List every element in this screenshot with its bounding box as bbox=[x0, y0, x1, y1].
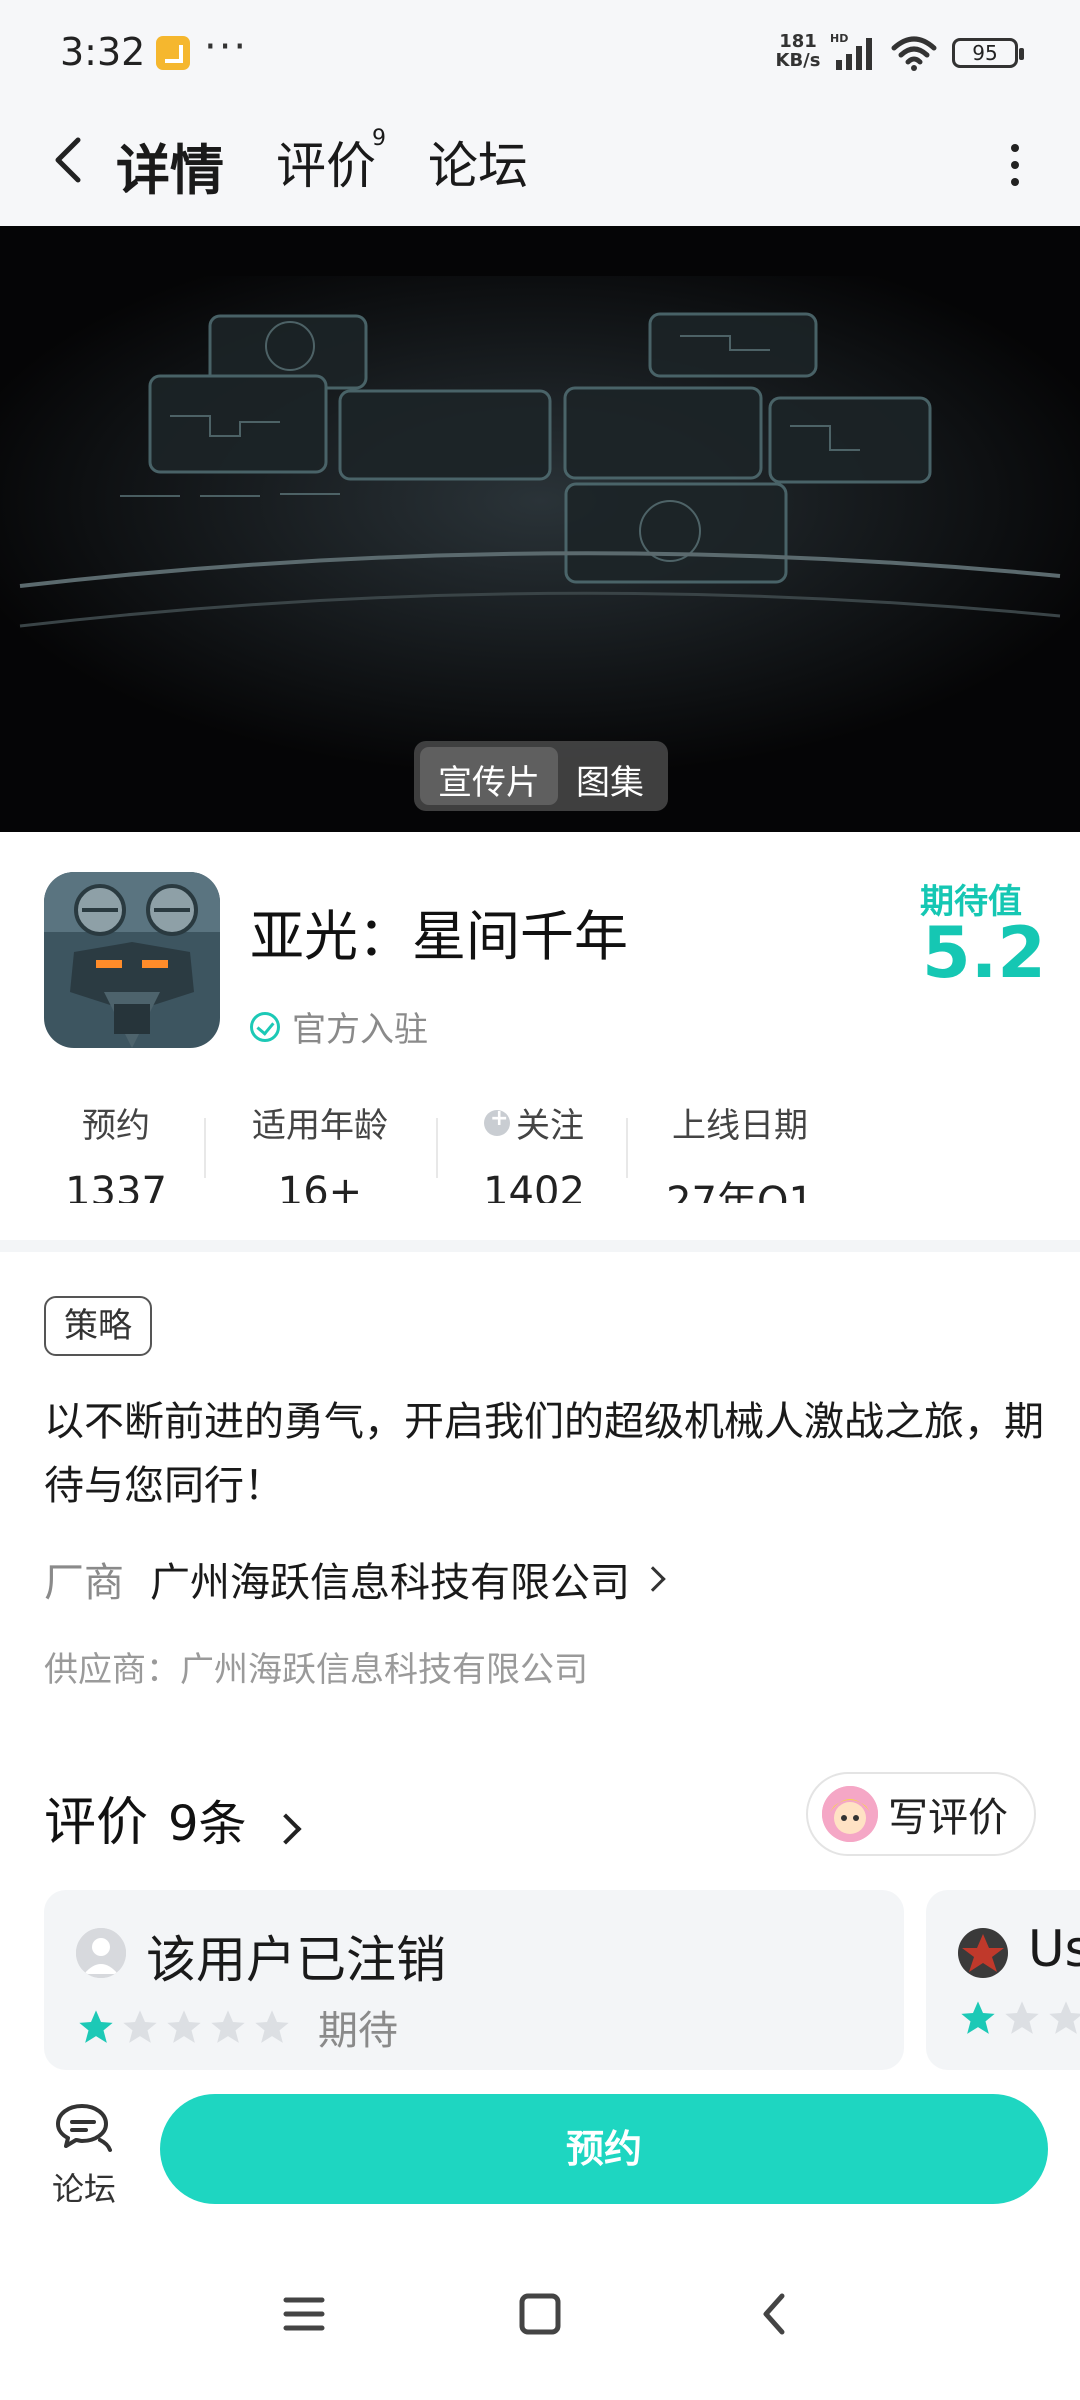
chevron-right-icon bbox=[640, 1566, 666, 1592]
write-review-button[interactable]: 写评价 bbox=[806, 1772, 1036, 1856]
forum-button[interactable]: 论坛 bbox=[44, 2102, 124, 2210]
official-badge: 官方入驻 bbox=[250, 1002, 428, 1051]
promo-video-player[interactable]: 宣传片 图集 bbox=[0, 226, 1080, 832]
stat-key: 预约 bbox=[82, 1106, 150, 1146]
stat-age-rating: 适用年龄 16+ bbox=[240, 1098, 400, 1203]
tab-forum[interactable]: 论坛 bbox=[428, 126, 528, 198]
star-empty-icon bbox=[1005, 2001, 1039, 2034]
toggle-trailer[interactable]: 宣传片 bbox=[420, 747, 558, 805]
more-notifications-icon: ··· bbox=[204, 24, 249, 70]
wifi-icon bbox=[891, 36, 937, 71]
star-empty-icon bbox=[255, 2010, 289, 2043]
media-toggle: 宣传片 图集 bbox=[414, 741, 668, 811]
review-card[interactable]: 该用户已注销 期待 bbox=[44, 1890, 904, 2070]
stat-value: 27年Q1 bbox=[666, 1179, 814, 1203]
back-arrow-icon[interactable] bbox=[40, 130, 100, 190]
tab-reviews-label: 评价 bbox=[276, 137, 376, 195]
follow-icon bbox=[484, 1106, 510, 1136]
star-empty-icon bbox=[211, 2010, 245, 2043]
game-stats: 预约 1337 适用年龄 16+ 关注 1402 上线日期 27年Q1 bbox=[0, 1098, 1080, 1210]
stat-followers: 关注 1402 bbox=[464, 1098, 604, 1204]
user-avatar bbox=[822, 1786, 878, 1842]
genre-tag[interactable]: 策略 bbox=[44, 1296, 152, 1356]
verified-check-icon bbox=[250, 1011, 280, 1042]
reserve-button[interactable]: 预约 bbox=[160, 2094, 1048, 2204]
forum-label: 论坛 bbox=[51, 2170, 116, 2208]
review-tag: 期待 bbox=[318, 2008, 398, 2054]
reviews-title: 评价 bbox=[44, 1793, 149, 1853]
review-card[interactable]: Us bbox=[926, 1890, 1080, 2070]
system-back-icon[interactable] bbox=[746, 2284, 806, 2344]
home-icon[interactable] bbox=[510, 2284, 570, 2344]
vendor-link[interactable]: 厂商 广州海跃信息科技有限公司 bbox=[44, 1550, 666, 1608]
reviewer-name: 该用户已注销 bbox=[146, 1931, 446, 1989]
tab-reviews-badge: 9 bbox=[372, 126, 386, 151]
net-speed-value: 181 bbox=[779, 31, 817, 52]
star-filled-icon bbox=[79, 2010, 113, 2043]
bottom-action-bar: 论坛 预约 bbox=[0, 2072, 1080, 2230]
stat-reservations: 预约 1337 bbox=[56, 1098, 176, 1203]
official-label: 官方入驻 bbox=[292, 1010, 428, 1050]
hd-label: HD bbox=[830, 32, 848, 45]
star-empty-icon bbox=[123, 2010, 157, 2043]
rating-stars bbox=[958, 1998, 1080, 2038]
stat-key: 关注 bbox=[516, 1106, 584, 1146]
vendor-label: 厂商 bbox=[44, 1560, 124, 1606]
notification-app-icon bbox=[156, 36, 190, 70]
expectation-score: 5.2 bbox=[922, 912, 1047, 994]
tab-detail[interactable]: 详情 bbox=[114, 126, 226, 205]
battery-indicator: 95 bbox=[952, 38, 1024, 68]
game-title: 亚光：星间千年 bbox=[250, 905, 628, 968]
game-description: 以不断前进的勇气，开启我们的超级机械人激战之旅，期待与您同行！ bbox=[44, 1399, 1044, 1509]
reviewer-name: Us bbox=[1028, 1920, 1080, 1978]
star-empty-icon bbox=[1049, 2001, 1080, 2034]
net-speed-unit: KB/s bbox=[775, 50, 821, 71]
tab-detail-label: 详情 bbox=[116, 139, 224, 202]
signal-icon: HD bbox=[830, 32, 872, 70]
menu-icon[interactable] bbox=[274, 2284, 334, 2344]
section-separator bbox=[0, 1240, 1080, 1252]
more-options-icon[interactable] bbox=[1000, 140, 1030, 190]
supplier-info: 供应商：广州海跃信息科技有限公司 bbox=[44, 1650, 588, 1690]
user-avatar-icon bbox=[76, 1928, 126, 1978]
vendor-name: 广州海跃信息科技有限公司 bbox=[150, 1560, 630, 1606]
stat-value: 1337 bbox=[65, 1169, 167, 1203]
reviews-header[interactable]: 评价 9条 bbox=[44, 1780, 302, 1855]
chevron-right-icon bbox=[270, 1813, 302, 1845]
stat-value: 1402 bbox=[483, 1169, 585, 1203]
write-review-label: 写评价 bbox=[888, 1795, 1008, 1841]
stat-release-date: 上线日期 27年Q1 bbox=[660, 1098, 820, 1203]
stat-key: 上线日期 bbox=[672, 1106, 808, 1146]
tab-reviews[interactable]: 评价 9 bbox=[276, 126, 386, 198]
star-filled-icon bbox=[961, 2001, 995, 2034]
tab-forum-label: 论坛 bbox=[428, 137, 528, 195]
user-avatar-icon bbox=[958, 1928, 1008, 1978]
divider bbox=[204, 1118, 206, 1178]
forum-chat-icon bbox=[56, 2104, 112, 2152]
toggle-gallery[interactable]: 图集 bbox=[558, 747, 662, 805]
system-nav-bar bbox=[0, 2230, 1080, 2400]
divider bbox=[436, 1118, 438, 1178]
stat-key: 适用年龄 bbox=[252, 1106, 388, 1146]
divider bbox=[626, 1118, 628, 1178]
rating-stars: 期待 bbox=[76, 1998, 398, 2056]
star-empty-icon bbox=[167, 2010, 201, 2043]
reviews-count: 9条 bbox=[168, 1796, 247, 1852]
game-icon bbox=[44, 872, 220, 1048]
stat-value: 16+ bbox=[277, 1169, 363, 1203]
status-time: 3:32 bbox=[60, 30, 146, 74]
top-nav-bar: 详情 评价 9 论坛 bbox=[0, 100, 1080, 226]
net-speed: 181 KB/s bbox=[770, 32, 826, 70]
status-bar: 3:32 ··· 181 KB/s HD 95 bbox=[0, 0, 1080, 100]
